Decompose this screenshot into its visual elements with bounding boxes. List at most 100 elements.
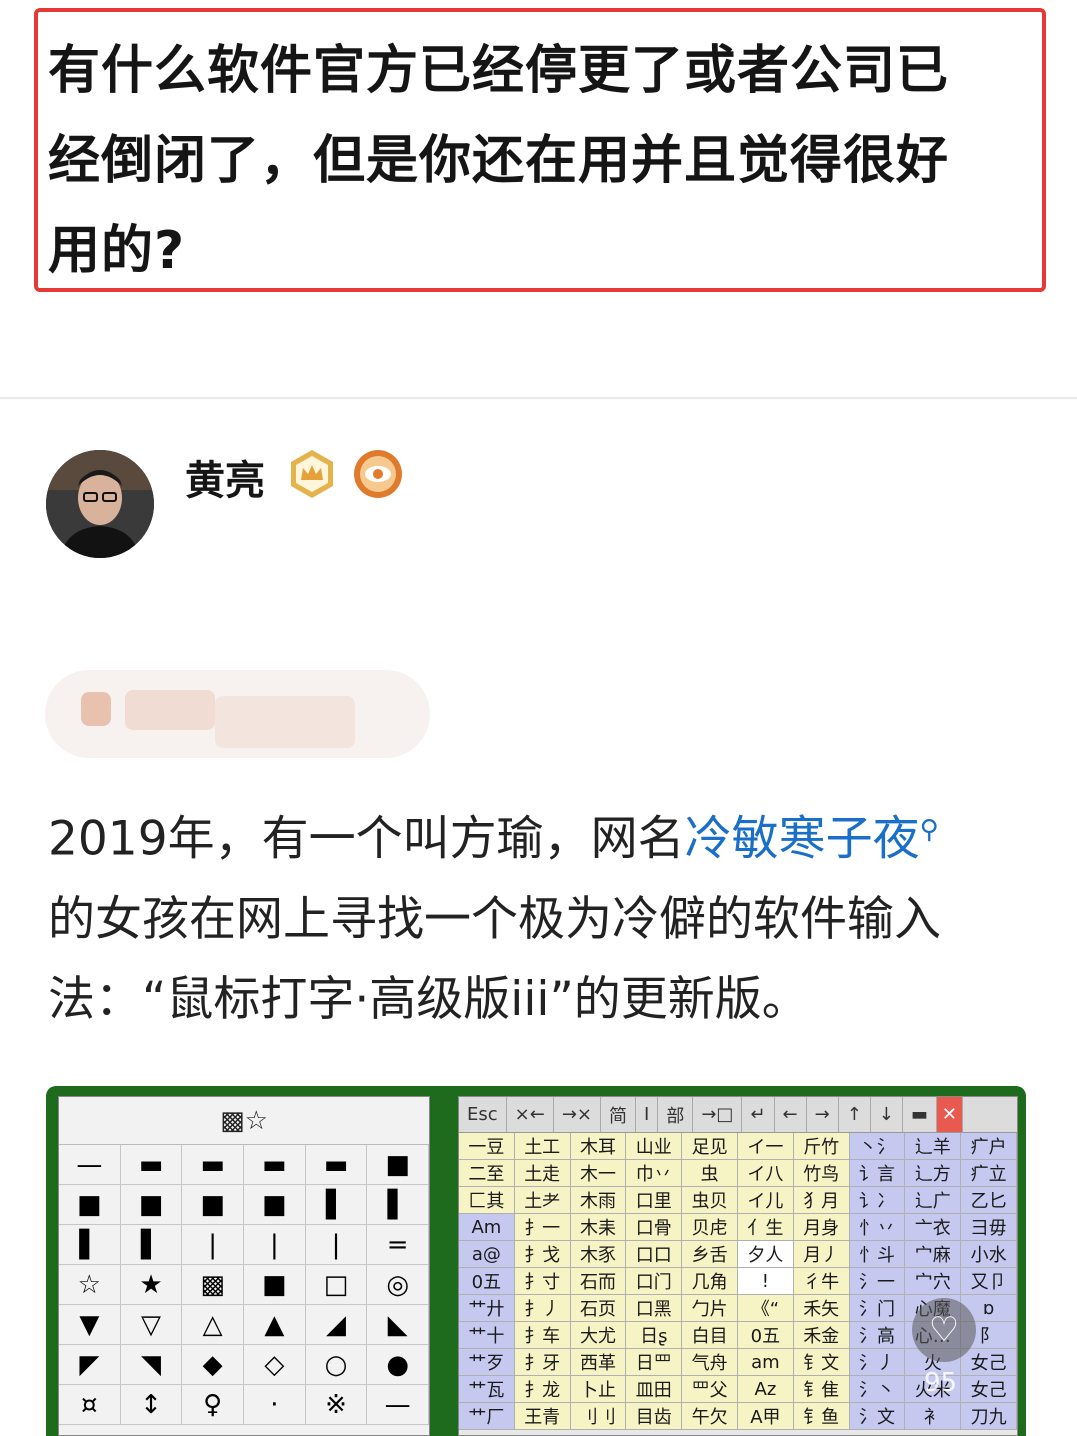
keyboard-key[interactable]: 扌戈 bbox=[514, 1241, 571, 1268]
keyboard-key[interactable]: 宀穴 bbox=[905, 1268, 962, 1295]
keyboard-key[interactable]: 目齿 bbox=[626, 1403, 683, 1430]
toolbar-key[interactable]: I bbox=[636, 1097, 659, 1132]
keyboard-key[interactable]: 气舟 bbox=[682, 1349, 738, 1376]
keyboard-key[interactable]: 虫 bbox=[682, 1160, 738, 1187]
avatar[interactable] bbox=[46, 450, 154, 558]
toolbar-key[interactable]: ↑ bbox=[839, 1097, 871, 1132]
keyboard-key[interactable]: 大尤 bbox=[570, 1322, 627, 1349]
keyboard-key[interactable]: am bbox=[737, 1349, 794, 1376]
symbol-key[interactable]: ☆ bbox=[59, 1265, 121, 1305]
symbol-key[interactable]: ▲ bbox=[244, 1305, 306, 1345]
keyboard-key[interactable]: 乡舌 bbox=[682, 1241, 738, 1268]
symbol-key[interactable]: ※ bbox=[305, 1385, 368, 1425]
keyboard-key[interactable]: 钅鱼 bbox=[793, 1403, 850, 1430]
symbol-key[interactable]: ◎ bbox=[367, 1265, 429, 1305]
keyboard-key[interactable]: 衤 bbox=[905, 1403, 962, 1430]
keyboard-key[interactable]: 斤竹 bbox=[793, 1133, 850, 1160]
heart-icon[interactable]: ♡ bbox=[912, 1298, 976, 1362]
keyboard-key[interactable]: 巾丷 bbox=[626, 1160, 683, 1187]
symbol-key[interactable]: ■ bbox=[367, 1145, 429, 1185]
keyboard-key[interactable]: 木雨 bbox=[570, 1187, 627, 1214]
symbol-key[interactable]: ■ bbox=[59, 1185, 121, 1225]
keyboard-key[interactable]: 几角 bbox=[682, 1268, 738, 1295]
toolbar-key[interactable]: ↓ bbox=[871, 1097, 903, 1132]
keyboard-key[interactable]: 禾矢 bbox=[793, 1295, 850, 1322]
keyboard-key[interactable]: 彳牛 bbox=[793, 1268, 850, 1295]
symbol-key[interactable]: ▬ bbox=[120, 1145, 183, 1185]
toolbar-key[interactable]: →× bbox=[554, 1097, 601, 1132]
keyboard-key[interactable]: 艹廾 bbox=[459, 1295, 515, 1322]
keyboard-key[interactable]: 宀麻 bbox=[905, 1241, 962, 1268]
keyboard-key[interactable]: 夕人 bbox=[737, 1241, 794, 1268]
keyboard-key[interactable]: 乙匕 bbox=[961, 1187, 1017, 1214]
keyboard-key[interactable]: 讠冫 bbox=[849, 1187, 906, 1214]
keyboard-key[interactable]: 0五 bbox=[737, 1322, 794, 1349]
keyboard-key[interactable]: 日ʂ bbox=[626, 1322, 683, 1349]
keyboard-key[interactable]: 亻生 bbox=[737, 1214, 794, 1241]
toolbar-key[interactable]: 简 bbox=[601, 1097, 636, 1132]
keyboard-key[interactable]: 艹十 bbox=[459, 1322, 515, 1349]
symbol-key[interactable]: ■ bbox=[182, 1185, 244, 1225]
keyboard-key[interactable]: 口门 bbox=[626, 1268, 683, 1295]
keyboard-key[interactable]: 疒户 bbox=[961, 1133, 1017, 1160]
symbol-key[interactable]: ◢ bbox=[305, 1305, 368, 1345]
keyboard-key[interactable]: ! bbox=[737, 1268, 794, 1295]
symbol-key[interactable]: ◣ bbox=[367, 1305, 429, 1345]
keyboard-key[interactable]: 艹瓦 bbox=[459, 1376, 515, 1403]
keyboard-key[interactable]: 氵丶 bbox=[849, 1376, 906, 1403]
keyboard-key[interactable]: 土耂 bbox=[514, 1187, 571, 1214]
keyboard-key[interactable]: イ八 bbox=[737, 1160, 794, 1187]
symbol-key[interactable]: ◤ bbox=[59, 1345, 121, 1385]
keyboard-key[interactable]: 日罒 bbox=[626, 1349, 683, 1376]
keyboard-key[interactable]: 月身 bbox=[793, 1214, 850, 1241]
keyboard-key[interactable]: 土工 bbox=[514, 1133, 571, 1160]
symbol-key[interactable]: ■ bbox=[244, 1265, 306, 1305]
keyboard-key[interactable]: 扌丿 bbox=[514, 1295, 571, 1322]
keyboard-key[interactable]: 木豕 bbox=[570, 1241, 627, 1268]
symbol-key[interactable]: ↕ bbox=[120, 1385, 183, 1425]
keyboard-key[interactable]: a@ bbox=[459, 1241, 515, 1268]
keyboard-key[interactable]: 扌龙 bbox=[514, 1376, 571, 1403]
symbol-key[interactable]: | bbox=[182, 1225, 244, 1265]
keyboard-key[interactable]: 刀九 bbox=[961, 1403, 1017, 1430]
keyboard-key[interactable]: 口里 bbox=[626, 1187, 683, 1214]
symbol-key[interactable]: | bbox=[244, 1225, 306, 1265]
symbol-key[interactable]: ▌ bbox=[305, 1185, 368, 1225]
symbol-key[interactable]: ■ bbox=[120, 1185, 183, 1225]
keyboard-key[interactable]: 木耒 bbox=[570, 1214, 627, 1241]
symbol-key[interactable]: = bbox=[367, 1225, 429, 1265]
keyboard-key[interactable]: 土走 bbox=[514, 1160, 571, 1187]
toolbar-key[interactable]: → bbox=[807, 1097, 839, 1132]
symbol-key[interactable]: ▬ bbox=[244, 1145, 306, 1185]
keyboard-key[interactable]: 扌车 bbox=[514, 1322, 571, 1349]
keyboard-key[interactable]: 山业 bbox=[626, 1133, 683, 1160]
keyboard-key[interactable]: Az bbox=[737, 1376, 794, 1403]
symbol-key[interactable]: ▌ bbox=[367, 1185, 429, 1225]
symbol-key[interactable]: ▬ bbox=[305, 1145, 368, 1185]
keyboard-key[interactable]: 女己 bbox=[961, 1376, 1017, 1403]
keyboard-key[interactable]: 小水 bbox=[961, 1241, 1017, 1268]
keyboard-key[interactable]: 贝虍 bbox=[682, 1214, 738, 1241]
keyboard-key[interactable]: 0五 bbox=[459, 1268, 515, 1295]
symbol-key[interactable]: ■ bbox=[244, 1185, 306, 1225]
keyboard-key[interactable]: 犭月 bbox=[793, 1187, 850, 1214]
keyboard-key[interactable]: 讠言 bbox=[849, 1160, 906, 1187]
keyboard-key[interactable]: 忄斗 bbox=[849, 1241, 906, 1268]
symbol-key[interactable]: △ bbox=[182, 1305, 244, 1345]
keyboard-key[interactable]: 木一 bbox=[570, 1160, 627, 1187]
keyboard-key[interactable]: 亠衣 bbox=[905, 1214, 962, 1241]
keyboard-key[interactable]: 丶氵 bbox=[849, 1133, 906, 1160]
toolbar-key[interactable]: →□ bbox=[693, 1097, 743, 1132]
symbol-key[interactable]: ▬ bbox=[182, 1145, 244, 1185]
keyboard-key[interactable]: 氵文 bbox=[849, 1403, 906, 1430]
toolbar-key[interactable]: ↵ bbox=[742, 1097, 775, 1132]
keyboard-key[interactable]: 氵一 bbox=[849, 1268, 906, 1295]
author-name[interactable]: 黄亮 bbox=[185, 448, 265, 506]
keyboard-key[interactable]: 疒立 bbox=[961, 1160, 1017, 1187]
keyboard-key[interactable]: 彐毋 bbox=[961, 1214, 1017, 1241]
keyboard-key[interactable]: 木耳 bbox=[570, 1133, 627, 1160]
keyboard-key[interactable]: 二至 bbox=[459, 1160, 515, 1187]
keyboard-key[interactable]: 女己 bbox=[961, 1349, 1017, 1376]
keyboard-key[interactable]: 氵丿 bbox=[849, 1349, 906, 1376]
keyboard-key[interactable]: 忄丷 bbox=[849, 1214, 906, 1241]
